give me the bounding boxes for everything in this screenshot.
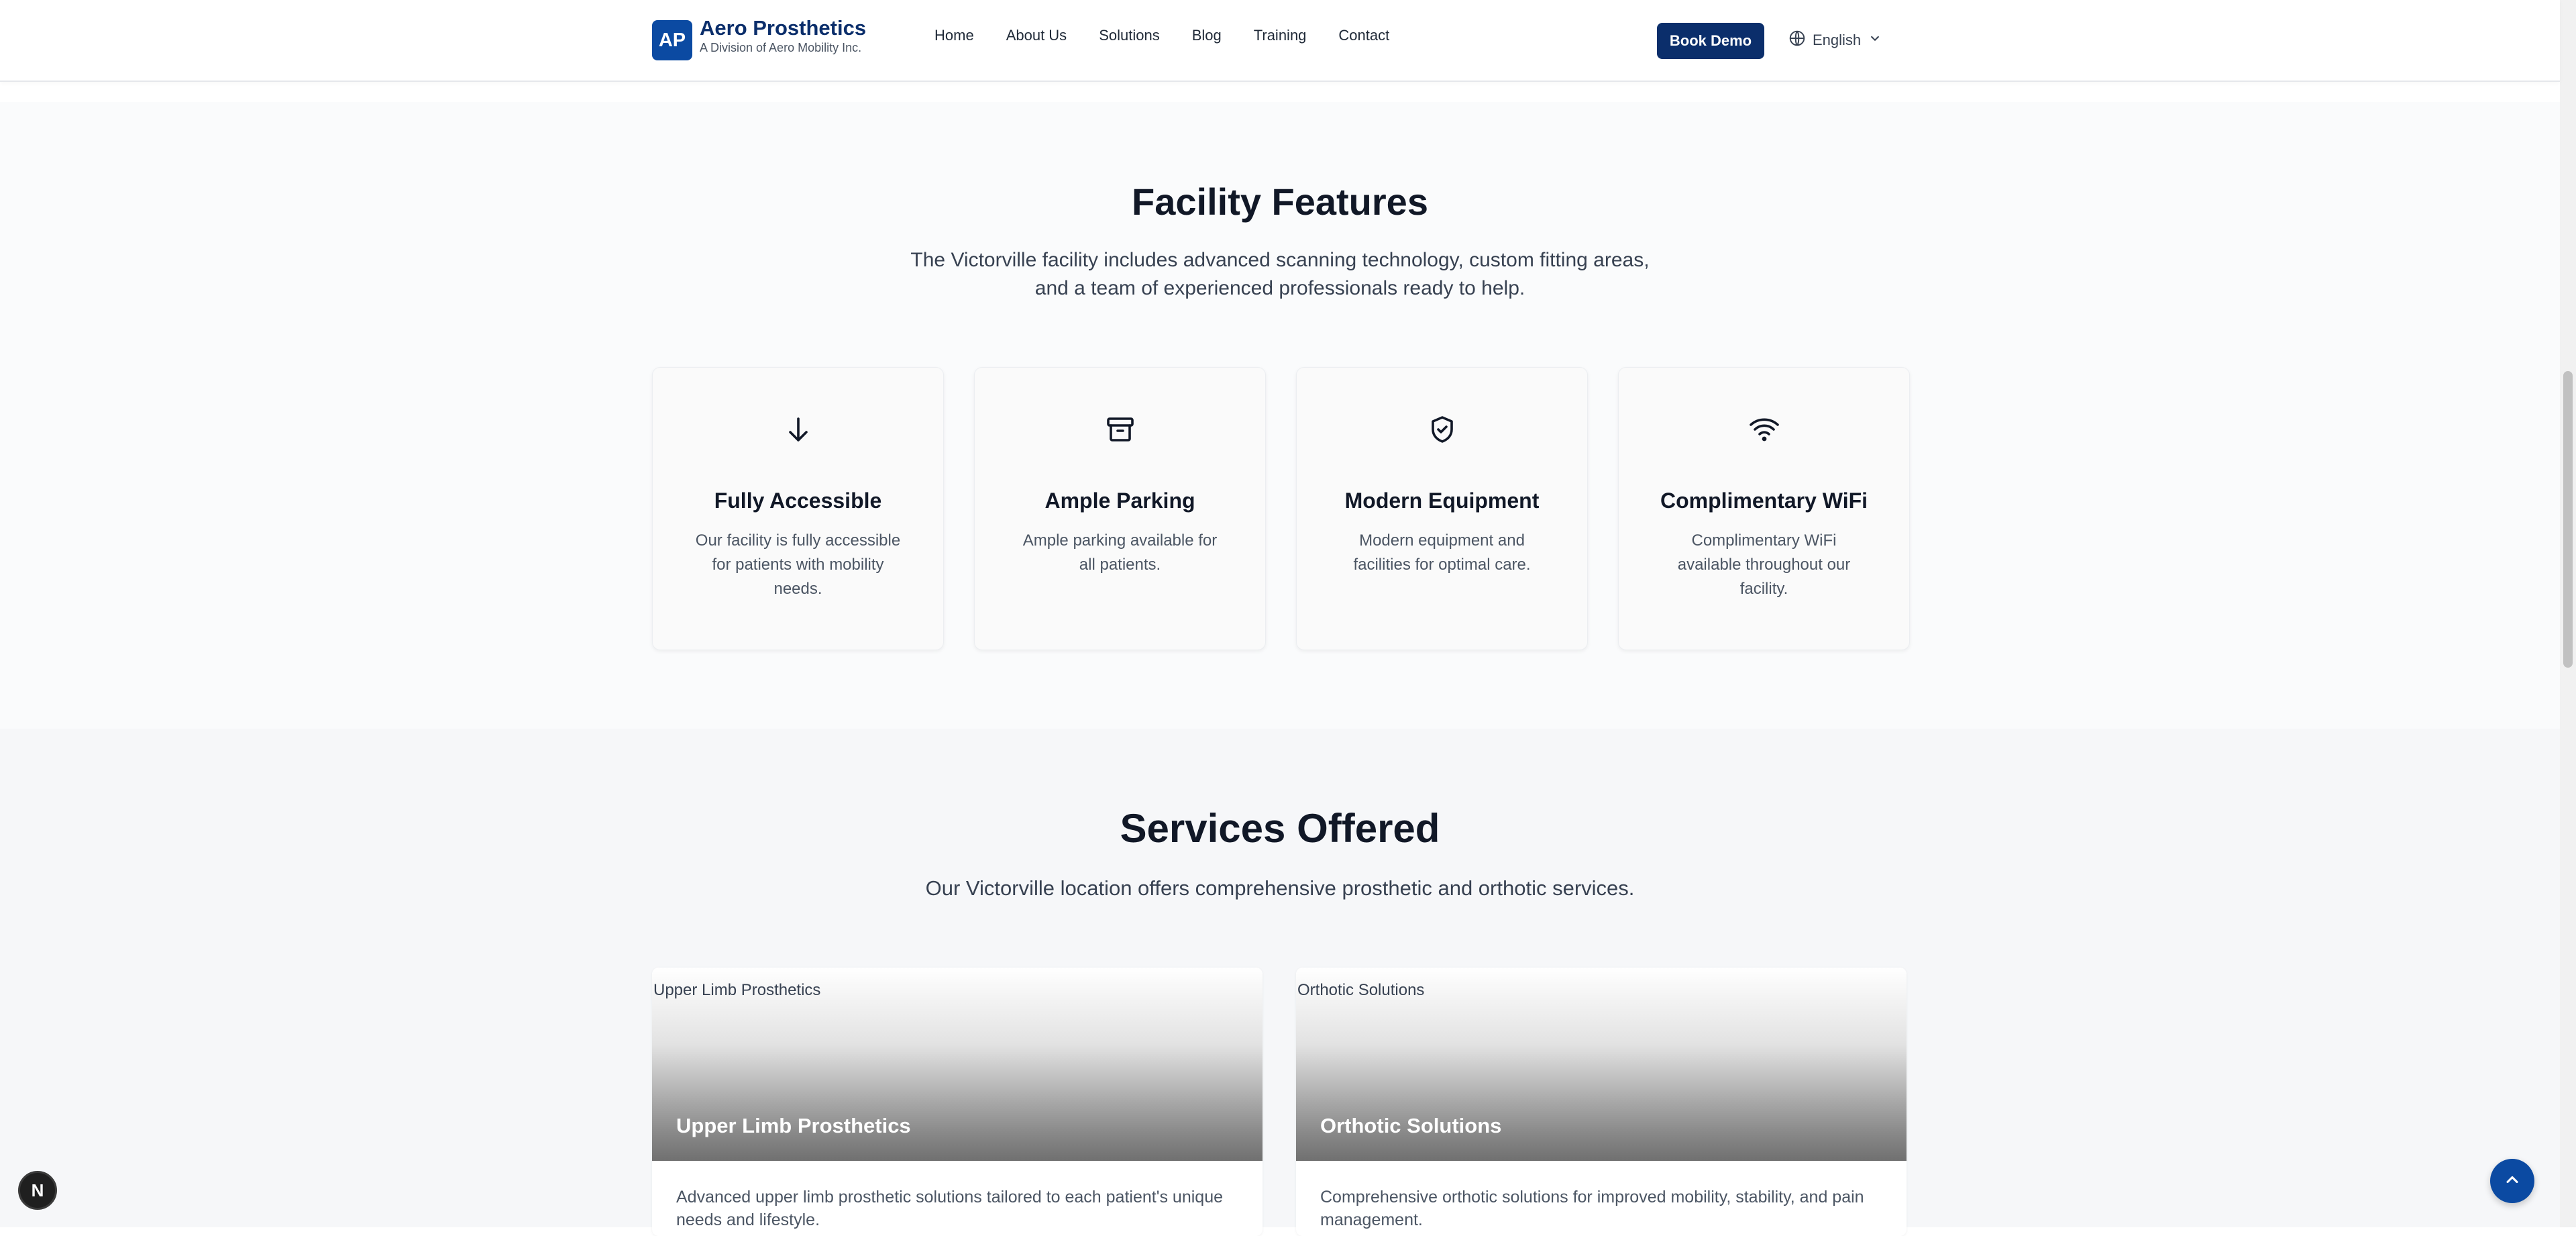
scroll-to-top-button[interactable] (2490, 1159, 2534, 1203)
feature-card-accessible: Fully Accessible Our facility is fully a… (652, 367, 944, 650)
wifi-icon (1619, 413, 1909, 448)
facility-features-title: Facility Features (1132, 181, 1428, 223)
archive-icon (975, 413, 1265, 448)
logo[interactable]: AP (652, 20, 692, 60)
feature-card-description: Complimentary WiFi available throughout … (1677, 531, 1851, 598)
feature-card-description: Ample parking available for all patients… (1022, 531, 1218, 574)
chevron-up-icon (2503, 1170, 2522, 1192)
dev-tools-badge[interactable]: N (18, 1171, 57, 1210)
brand-name[interactable]: Aero Prosthetics (700, 16, 866, 40)
site-header: AP Aero Prosthetics A Division of Aero M… (0, 0, 2560, 82)
feature-card-description: Modern equipment and facilities for opti… (1353, 531, 1531, 574)
service-card-description: Advanced upper limb prosthetic solutions… (676, 1188, 1224, 1229)
chevron-down-icon (1868, 31, 1882, 50)
nav-training[interactable]: Training (1254, 27, 1307, 44)
feature-card-parking: Ample Parking Ample parking available fo… (974, 367, 1266, 650)
feature-card-description: Our facility is fully accessible for pat… (695, 531, 901, 598)
services-description: Our Victorville location offers comprehe… (925, 876, 1635, 900)
nav-blog[interactable]: Blog (1192, 27, 1222, 44)
feature-card-title: Modern Equipment (1344, 488, 1540, 513)
shield-check-icon (1297, 413, 1587, 448)
facility-features-description: The Victorville facility includes advanc… (910, 249, 1650, 299)
service-card-description: Comprehensive orthotic solutions for imp… (1320, 1188, 1864, 1229)
services-title: Services Offered (1120, 806, 1440, 851)
service-image-alt: Orthotic Solutions (1297, 981, 1425, 999)
feature-card-title: Complimentary WiFi (1660, 488, 1868, 513)
nav-home[interactable]: Home (934, 27, 974, 44)
book-demo-button[interactable]: Book Demo (1657, 23, 1764, 59)
page-scrollbar[interactable] (2560, 0, 2576, 1227)
service-card-orthotic[interactable]: Orthotic Solutions Orthotic Solutions Co… (1296, 968, 1907, 1236)
nav-contact[interactable]: Contact (1338, 27, 1389, 44)
scrollbar-thumb[interactable] (2563, 371, 2573, 668)
main-nav: Home About Us Solutions Blog Training Co… (934, 27, 1421, 44)
nav-about-us[interactable]: About Us (1006, 27, 1067, 44)
brand-subtitle: A Division of Aero Mobility Inc. (700, 41, 862, 54)
service-card-upper-limb[interactable]: Upper Limb Prosthetics Upper Limb Prosth… (652, 968, 1263, 1236)
feature-card-title: Ample Parking (1044, 488, 1195, 513)
arrow-down-icon (653, 413, 943, 448)
nav-solutions[interactable]: Solutions (1099, 27, 1160, 44)
services-section (0, 729, 2560, 1227)
globe-icon (1788, 30, 1806, 51)
service-card-title: Upper Limb Prosthetics (676, 1114, 911, 1137)
feature-card-equipment: Modern Equipment Modern equipment and fa… (1296, 367, 1588, 650)
feature-card-wifi: Complimentary WiFi Complimentary WiFi av… (1618, 367, 1910, 650)
service-image-alt: Upper Limb Prosthetics (653, 981, 821, 999)
feature-card-title: Fully Accessible (714, 488, 882, 513)
language-selector[interactable]: English (1788, 30, 1882, 51)
language-label: English (1813, 32, 1862, 48)
service-card-title: Orthotic Solutions (1320, 1114, 1502, 1137)
